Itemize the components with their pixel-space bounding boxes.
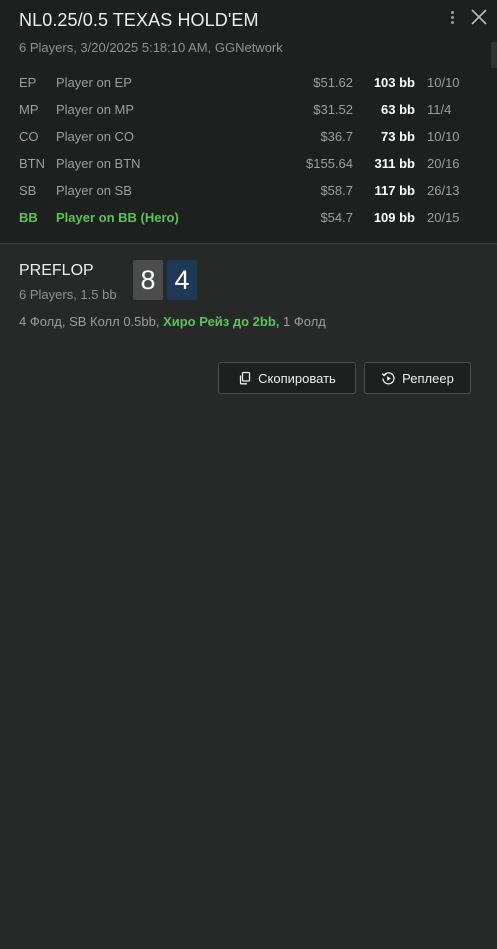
street-info: 6 Players, 1.5 bb: [19, 287, 117, 302]
player-row-mp: MP Player on MP $31.52 63 bb 11/4: [0, 97, 497, 124]
hand-header: NL0.25/0.5 TEXAS HOLD'EM 6 Players, 3/20…: [0, 0, 497, 244]
scrollbar[interactable]: [491, 42, 497, 68]
player-stats: 10/10: [427, 129, 460, 144]
player-position: BB: [19, 210, 38, 225]
player-row-co: CO Player on CO $36.7 73 bb 10/10: [0, 124, 497, 151]
player-stack-bb: 73 bb: [381, 129, 415, 144]
copy-button[interactable]: Скопировать: [218, 362, 356, 394]
replayer-button[interactable]: Реплеер: [364, 362, 471, 394]
hand-subtitle: 6 Players, 3/20/2025 5:18:10 AM, GGNetwo…: [19, 40, 283, 55]
more-vertical-icon[interactable]: [445, 7, 459, 27]
player-row-bb-hero: BB Player on BB (Hero) $54.7 109 bb 20/1…: [0, 205, 497, 232]
player-stack-bb: 117 bb: [374, 183, 415, 198]
hole-card: 4: [167, 260, 197, 300]
player-name: Player on SB: [56, 183, 132, 198]
player-stack: $31.52: [313, 102, 353, 117]
player-stats: 10/10: [427, 75, 460, 90]
player-stack: $58.7: [320, 183, 353, 198]
hero-action: Хиро Рейз до 2bb,: [163, 314, 280, 329]
players-table: EP Player on EP $51.62 103 bb 10/10 MP P…: [0, 70, 497, 232]
player-position: BTN: [19, 156, 45, 171]
player-row-btn: BTN Player on BTN $155.64 311 bb 20/16: [0, 151, 497, 178]
player-row-sb: SB Player on SB $58.7 117 bb 26/13: [0, 178, 497, 205]
replay-icon: [381, 371, 396, 386]
close-icon[interactable]: [468, 6, 490, 28]
player-position: SB: [19, 183, 37, 198]
player-stack-bb: 109 bb: [373, 210, 415, 225]
hole-card: 8: [133, 260, 163, 300]
player-name: Player on BTN: [56, 156, 141, 171]
player-position: EP: [19, 75, 37, 90]
player-stack: $36.7: [320, 129, 353, 144]
player-stack-bb: 63 bb: [381, 102, 415, 117]
player-stats: 20/15: [427, 210, 460, 225]
copy-icon: [238, 371, 252, 385]
player-name: Player on BB (Hero): [56, 210, 179, 225]
player-stats: 26/13: [427, 183, 460, 198]
player-row-ep: EP Player on EP $51.62 103 bb 10/10: [0, 70, 497, 97]
replayer-button-label: Реплеер: [402, 370, 454, 386]
player-stack: $155.64: [306, 156, 353, 171]
player-stack: $54.7: [320, 210, 353, 225]
player-name: Player on EP: [56, 75, 132, 90]
player-stats: 20/16: [427, 156, 460, 171]
player-name: Player on MP: [56, 102, 135, 117]
actions-before-hero: 4 Фолд, SB Колл 0.5bb,: [19, 314, 164, 329]
actions-after-hero: 1 Фолд: [279, 314, 326, 329]
player-stats: 11/4: [427, 102, 452, 117]
hand-title: NL0.25/0.5 TEXAS HOLD'EM: [19, 10, 259, 30]
player-position: CO: [19, 129, 39, 144]
player-stack-bb: 103 bb: [373, 75, 415, 90]
street-title: PREFLOP: [19, 262, 94, 279]
copy-button-label: Скопировать: [258, 370, 336, 386]
street-actions: 4 Фолд, SB Колл 0.5bb, Хиро Рейз до 2bb,…: [19, 314, 326, 329]
player-position: MP: [19, 102, 39, 117]
player-stack-bb: 311 bb: [374, 156, 415, 171]
player-stack: $51.62: [313, 75, 353, 90]
player-name: Player on CO: [56, 129, 135, 144]
